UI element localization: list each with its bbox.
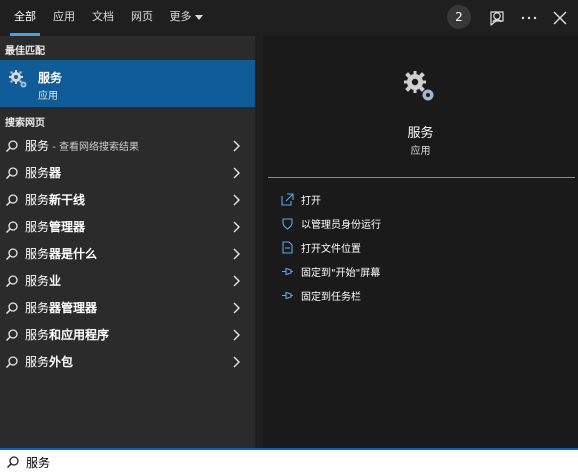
suggestion-item[interactable]: 服务新干线: [0, 186, 255, 213]
open-icon: [281, 193, 294, 206]
search-icon: [5, 248, 18, 261]
suggestion-prefix: 服务: [25, 301, 50, 315]
open-action[interactable]: 打开: [281, 190, 481, 210]
suggestion-suffix: 管理器: [49, 220, 86, 234]
tab-more[interactable]: 更多: [165, 0, 207, 36]
suggestion-item[interactable]: 服务业: [0, 267, 255, 294]
open-file-location-label: 打开文件位置: [301, 244, 361, 255]
suggestion-prefix: 服务: [25, 247, 50, 261]
suggestion-suffix: 器管理器: [49, 301, 98, 315]
open-label: 打开: [301, 196, 321, 207]
suggestion-prefix: 服务: [25, 328, 50, 342]
suggestion-suffix: 和应用程序: [49, 328, 110, 342]
chevron-right-icon: [233, 329, 240, 341]
results-panel: 最佳匹配 服务 应用 搜索网页 服务 - 查看网络搜索结果 服务器 服务新干线 …: [0, 36, 255, 448]
tab-apps[interactable]: 应用: [48, 0, 80, 36]
chevron-right-icon: [233, 140, 240, 152]
pin-to-taskbar-action[interactable]: 固定到任务栏: [281, 286, 481, 306]
suggestion-prefix: 服务: [25, 193, 50, 207]
tab-web-label: 网页: [131, 10, 153, 23]
close-icon[interactable]: [550, 8, 570, 28]
tab-more-label: 更多: [169, 10, 192, 23]
search-icon: [5, 275, 18, 288]
search-icon: [5, 194, 18, 207]
pin-to-start-label: 固定到"开始"屏幕: [301, 268, 381, 279]
web-result-hint: - 查看网络搜索结果: [49, 142, 139, 153]
suggestion-item[interactable]: 服务器管理器: [0, 294, 255, 321]
search-bar: [0, 448, 578, 474]
tab-all[interactable]: 全部: [8, 0, 42, 36]
app-type: 应用: [410, 146, 431, 157]
chevron-right-icon: [233, 248, 240, 260]
badge-count: 2: [455, 10, 463, 24]
run-as-admin-action[interactable]: 以管理员身份运行: [281, 214, 481, 234]
chevron-right-icon: [233, 275, 240, 287]
open-file-location-action[interactable]: 打开文件位置: [281, 238, 481, 258]
run-as-admin-label: 以管理员身份运行: [301, 220, 381, 231]
search-icon: [5, 167, 18, 180]
shield-icon: [282, 218, 293, 230]
tab-documents-label: 文档: [92, 10, 114, 23]
best-match-item[interactable]: 服务 应用: [0, 60, 255, 107]
suggestion-prefix: 服务: [25, 274, 50, 288]
web-search-heading: 搜索网页: [5, 118, 45, 129]
search-icon: [5, 302, 18, 315]
suggestion-prefix: 服务: [25, 166, 50, 180]
pin-icon: [282, 291, 293, 300]
app-title: 服务: [407, 126, 434, 141]
search-icon: [5, 329, 18, 342]
preview-panel: 服务 应用 打开 以管理员身份运行 打开文件位置 固定到"开始"屏幕 固定到任务…: [263, 36, 578, 448]
suggestion-suffix: 器是什么: [49, 247, 98, 261]
chevron-right-icon: [233, 356, 240, 368]
suggestion-suffix: 业: [49, 274, 62, 288]
gears-icon: [9, 70, 27, 88]
search-icon: [6, 456, 19, 469]
chevron-right-icon: [233, 302, 240, 314]
web-result-item[interactable]: 服务 - 查看网络搜索结果: [0, 132, 255, 159]
suggestion-suffix: 新干线: [49, 193, 86, 207]
chevron-right-icon: [233, 194, 240, 206]
suggestion-item[interactable]: 服务管理器: [0, 213, 255, 240]
top-tab-bar: 全部 应用 文档 网页 更多 2: [0, 0, 578, 36]
chevron-right-icon: [233, 221, 240, 233]
suggestion-item[interactable]: 服务器是什么: [0, 240, 255, 267]
best-match-heading: 最佳匹配: [5, 46, 45, 57]
feedback-icon[interactable]: [487, 8, 507, 28]
tab-documents[interactable]: 文档: [87, 0, 119, 36]
caret-down-icon: [194, 14, 203, 20]
suggestion-item[interactable]: 服务外包: [0, 348, 255, 375]
more-options-icon[interactable]: [519, 8, 539, 28]
best-match-subtitle: 应用: [38, 91, 58, 102]
suggestion-item[interactable]: 服务和应用程序: [0, 321, 255, 348]
file-location-icon: [282, 241, 293, 254]
suggestion-prefix: 服务: [25, 355, 50, 369]
suggestion-suffix: 外包: [49, 355, 74, 369]
suggestion-item[interactable]: 服务器: [0, 159, 255, 186]
best-match-title: 服务: [38, 71, 63, 85]
chevron-right-icon: [233, 167, 240, 179]
search-icon: [5, 356, 18, 369]
search-icon: [5, 140, 18, 153]
suggestion-prefix: 服务: [25, 220, 50, 234]
search-icon: [5, 221, 18, 234]
divider: [268, 177, 575, 178]
tab-all-label: 全部: [14, 10, 36, 23]
suggestion-suffix: 器: [49, 166, 62, 180]
search-input[interactable]: [26, 452, 566, 472]
services-gears-icon: [404, 71, 434, 101]
rewards-badge[interactable]: 2: [447, 5, 471, 29]
tab-apps-label: 应用: [53, 10, 75, 23]
web-result-query: 服务: [25, 139, 50, 153]
pin-icon: [282, 267, 293, 276]
tab-web[interactable]: 网页: [126, 0, 158, 36]
pin-to-taskbar-label: 固定到任务栏: [301, 292, 361, 303]
pin-to-start-action[interactable]: 固定到"开始"屏幕: [281, 262, 481, 282]
